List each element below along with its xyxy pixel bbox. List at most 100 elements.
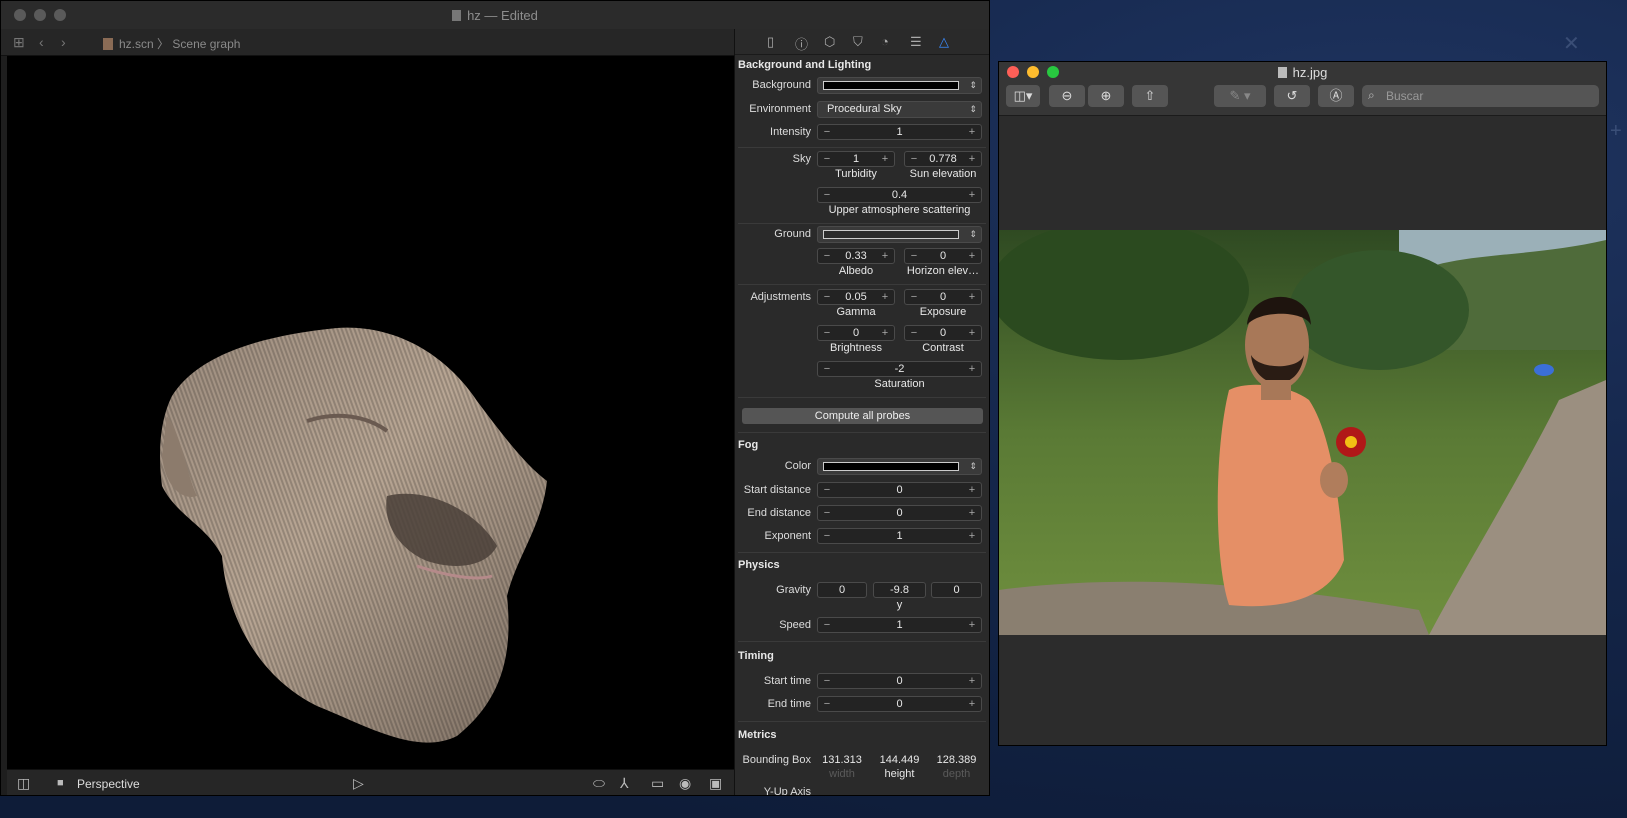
minus-icon[interactable]: − [820, 249, 834, 263]
attributes-inspector-icon[interactable]: ⛉ [853, 34, 863, 50]
plus-icon[interactable]: + [965, 125, 979, 139]
gamma-stepper[interactable]: −0.05 + [817, 289, 895, 305]
help-inspector-icon[interactable]: ⓘ [795, 34, 808, 53]
turbidity-stepper[interactable]: −1 + [817, 151, 895, 167]
speed-value[interactable]: 1 [834, 618, 965, 632]
gamma-value[interactable]: 0.05 [834, 290, 878, 304]
turbidity-value[interactable]: 1 [834, 152, 878, 166]
end-time-value[interactable]: 0 [834, 697, 965, 711]
intensity-value[interactable]: 1 [834, 125, 965, 139]
horizon-elevation-value[interactable]: 0 [921, 249, 965, 263]
saturation-stepper[interactable]: − -2 + [817, 361, 982, 377]
albedo-value[interactable]: 0.33 [834, 249, 878, 263]
camera-popup[interactable]: Perspective [77, 777, 140, 791]
breadcrumb-section[interactable]: Scene graph [172, 37, 240, 51]
minus-icon[interactable]: − [820, 125, 834, 139]
plus-icon[interactable]: + [965, 618, 979, 632]
file-inspector-icon[interactable]: ▯ [767, 34, 774, 50]
intensity-stepper[interactable]: −1 + [817, 124, 982, 140]
minus-icon[interactable]: − [820, 152, 834, 166]
highlight-pen-icon[interactable]: ✎ ▾ [1214, 85, 1266, 107]
zoom-out-icon[interactable]: ⊖ [1049, 85, 1085, 107]
sun-elevation-stepper[interactable]: −0.778 + [904, 151, 982, 167]
plus-icon[interactable]: + [965, 362, 979, 376]
plus-icon[interactable]: + [965, 188, 979, 202]
end-time-stepper[interactable]: −0 + [817, 696, 982, 712]
brightness-value[interactable]: 0 [834, 326, 878, 340]
plus-icon[interactable]: + [965, 529, 979, 543]
plus-icon[interactable]: + [965, 249, 979, 263]
back-arrow-icon[interactable]: ‹ [39, 34, 44, 50]
minus-icon[interactable]: − [907, 326, 921, 340]
plus-icon[interactable]: + [878, 249, 892, 263]
plus-icon[interactable]: + [878, 290, 892, 304]
sidebar-view-icon[interactable]: ◫▾ [1006, 85, 1040, 107]
scene-inspector-icon[interactable]: △ [939, 34, 949, 50]
speed-stepper[interactable]: −1 + [817, 617, 982, 633]
plus-icon[interactable]: + [965, 152, 979, 166]
brightness-stepper[interactable]: −0 + [817, 325, 895, 341]
sun-elevation-value[interactable]: 0.778 [921, 152, 965, 166]
physics-inspector-icon[interactable]: ◔ [881, 34, 889, 49]
minus-icon[interactable]: − [820, 290, 834, 304]
minus-icon[interactable]: − [820, 326, 834, 340]
rotate-icon[interactable]: ↺ [1274, 85, 1310, 107]
fog-exponent-stepper[interactable]: −1 + [817, 528, 982, 544]
background-color-well[interactable]: ⇕ [817, 77, 982, 94]
saturation-value[interactable]: -2 [834, 362, 965, 376]
related-items-icon[interactable]: ⊞ [13, 34, 25, 51]
play-icon[interactable]: ▷ [353, 775, 364, 792]
minus-icon[interactable]: − [907, 290, 921, 304]
gravity-z-field[interactable]: 0 [931, 582, 982, 598]
compute-all-probes-button[interactable]: Compute all probes [742, 408, 983, 424]
fog-start-stepper[interactable]: −0 + [817, 482, 982, 498]
plus-icon[interactable]: + [965, 290, 979, 304]
upper-atmosphere-stepper[interactable]: −0.4 + [817, 187, 982, 203]
plus-icon[interactable]: + [965, 697, 979, 711]
exposure-value[interactable]: 0 [921, 290, 965, 304]
eye-icon[interactable]: ◉ [679, 775, 691, 792]
axes-icon[interactable]: ⅄ [620, 775, 629, 792]
fog-start-value[interactable]: 0 [834, 483, 965, 497]
plus-icon[interactable]: + [965, 674, 979, 688]
zoom-in-icon[interactable]: ⊕ [1088, 85, 1124, 107]
start-time-value[interactable]: 0 [834, 674, 965, 688]
search-field[interactable]: ⌕ Buscar [1362, 85, 1599, 107]
albedo-stepper[interactable]: −0.33 + [817, 248, 895, 264]
frame-icon[interactable]: ▭ [651, 775, 664, 792]
exposure-stepper[interactable]: −0 + [904, 289, 982, 305]
plus-icon[interactable]: + [965, 326, 979, 340]
minus-icon[interactable]: − [820, 529, 834, 543]
minus-icon[interactable]: − [820, 618, 834, 632]
fog-end-value[interactable]: 0 [834, 506, 965, 520]
minus-icon[interactable]: − [907, 152, 921, 166]
start-time-stepper[interactable]: −0 + [817, 673, 982, 689]
contrast-value[interactable]: 0 [921, 326, 965, 340]
plus-icon[interactable]: + [878, 152, 892, 166]
ground-color-well[interactable]: ⇕ [817, 226, 982, 243]
minus-icon[interactable]: − [907, 249, 921, 263]
orbit-icon[interactable]: ⬭ [593, 775, 605, 792]
plus-icon[interactable]: + [965, 483, 979, 497]
fog-exponent-value[interactable]: 1 [834, 529, 965, 543]
horizon-elevation-stepper[interactable]: −0 + [904, 248, 982, 264]
minus-icon[interactable]: − [820, 697, 834, 711]
contrast-stepper[interactable]: −0 + [904, 325, 982, 341]
minus-icon[interactable]: − [820, 483, 834, 497]
fog-color-well[interactable]: ⇕ [817, 458, 982, 475]
minus-icon[interactable]: − [820, 362, 834, 376]
materials-inspector-icon[interactable]: ☰ [910, 34, 922, 50]
scene-viewport[interactable] [7, 56, 734, 769]
plus-icon[interactable]: + [965, 506, 979, 520]
markup-icon[interactable]: Ⓐ [1318, 85, 1354, 107]
minus-icon[interactable]: − [820, 506, 834, 520]
node-inspector-icon[interactable]: ⬡ [824, 34, 835, 50]
upper-atmosphere-value[interactable]: 0.4 [834, 188, 965, 202]
minus-icon[interactable]: − [820, 674, 834, 688]
share-icon[interactable]: ⇧ [1132, 85, 1168, 107]
environment-popup[interactable]: Procedural Sky ⇕ [817, 101, 982, 118]
minus-icon[interactable]: − [820, 188, 834, 202]
sidebar-toggle-icon[interactable]: ◫ [17, 775, 30, 792]
gravity-x-field[interactable]: 0 [817, 582, 867, 598]
breadcrumb-file[interactable]: hz.scn [119, 37, 154, 51]
